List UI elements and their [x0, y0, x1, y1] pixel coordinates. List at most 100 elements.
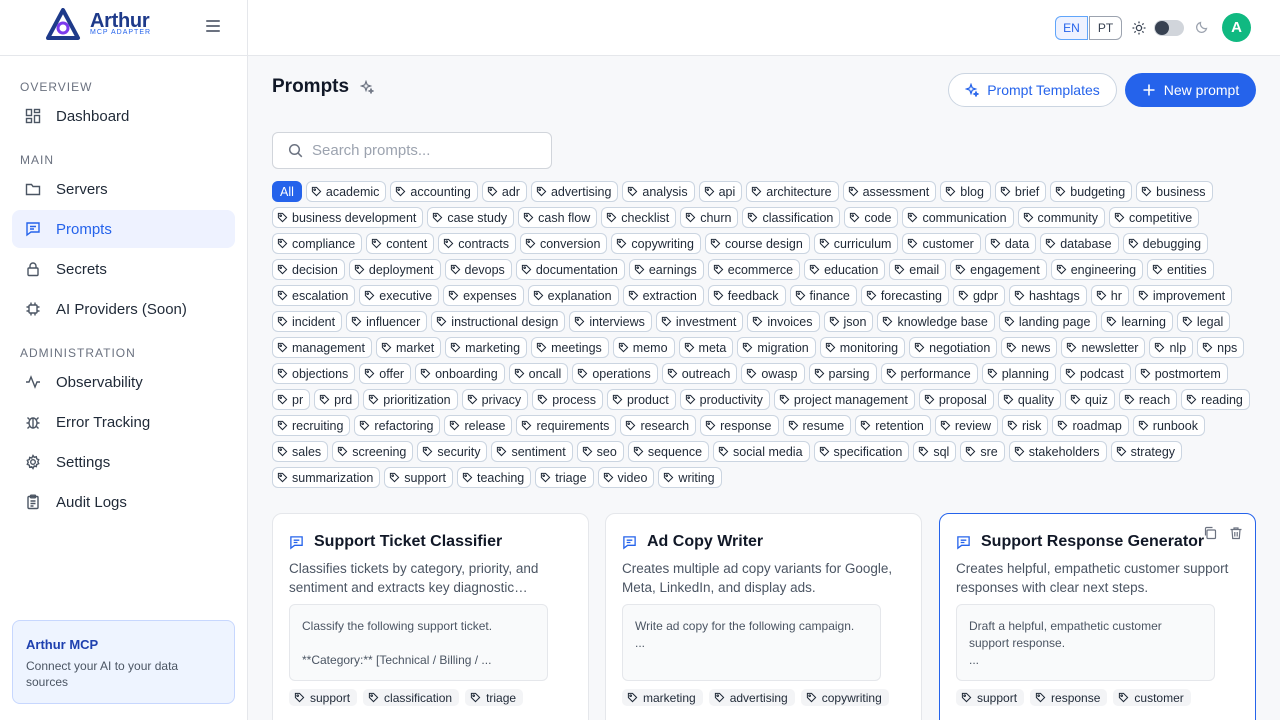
tag-filter-chip[interactable]: investment: [655, 311, 744, 332]
tag-filter-chip[interactable]: checklist: [601, 207, 677, 228]
tag-filter-chip[interactable]: customer: [902, 233, 981, 254]
tag-filter-chip[interactable]: business development: [272, 207, 424, 228]
menu-toggle-icon[interactable]: [206, 20, 220, 34]
tag-filter-chip[interactable]: teaching: [456, 467, 532, 488]
tag-filter-chip[interactable]: risk: [1001, 415, 1049, 436]
tag-filter-chip[interactable]: retention: [855, 415, 931, 436]
tag-filter-chip[interactable]: curriculum: [813, 233, 899, 254]
tag-filter-chip[interactable]: reading: [1181, 389, 1250, 410]
tag-filter-chip[interactable]: pr: [272, 389, 311, 410]
tag-filter-chip[interactable]: ecommerce: [707, 259, 801, 280]
tag-filter-chip[interactable]: runbook: [1132, 415, 1205, 436]
copy-icon[interactable]: [1203, 526, 1217, 540]
search-input[interactable]: [312, 142, 532, 159]
tag-filter-chip[interactable]: sentiment: [491, 441, 573, 462]
tag-filter-chip[interactable]: blog: [940, 181, 991, 202]
tag-filter-chip[interactable]: triage: [535, 467, 594, 488]
tag-filter-chip[interactable]: api: [698, 181, 743, 202]
tag-filter-chip[interactable]: product: [606, 389, 676, 410]
tag-filter-chip[interactable]: stakeholders: [1008, 441, 1107, 462]
tag-filter-chip[interactable]: refactoring: [354, 415, 441, 436]
tag-filter-chip[interactable]: prioritization: [363, 389, 458, 410]
tag-filter-chip[interactable]: deployment: [348, 259, 441, 280]
tag-filter-chip[interactable]: management: [272, 337, 372, 358]
tag-filter-chip[interactable]: resume: [782, 415, 852, 436]
tag-filter-chip[interactable]: academic: [305, 181, 387, 202]
tag-filter-chip[interactable]: cash flow: [518, 207, 598, 228]
theme-toggle[interactable]: [1154, 20, 1184, 36]
tag-filter-chip[interactable]: prd: [314, 389, 360, 410]
tag-filter-chip[interactable]: response: [700, 415, 779, 436]
tag-filter-chip[interactable]: compliance: [272, 233, 363, 254]
tag-filter-chip[interactable]: research: [620, 415, 697, 436]
tag-filter-chip[interactable]: engineering: [1050, 259, 1144, 280]
tag-filter-chip[interactable]: business: [1136, 181, 1213, 202]
tag-filter-chip[interactable]: database: [1040, 233, 1119, 254]
tag-filter-chip[interactable]: specification: [813, 441, 910, 462]
tag-filter-chip[interactable]: strategy: [1110, 441, 1183, 462]
tag-filter-chip[interactable]: data: [984, 233, 1037, 254]
tag-filter-chip[interactable]: adr: [481, 181, 527, 202]
tag-filter-chip[interactable]: sales: [272, 441, 329, 462]
tag-filter-chip[interactable]: operations: [572, 363, 658, 384]
tag-filter-chip[interactable]: marketing: [445, 337, 528, 358]
tag-filter-chip[interactable]: memo: [612, 337, 675, 358]
tag-filter-chip[interactable]: sre: [960, 441, 1005, 462]
tag-filter-chip[interactable]: executive: [359, 285, 440, 306]
arthur-logo-icon[interactable]: [44, 8, 82, 40]
tag-filter-chip[interactable]: writing: [658, 467, 722, 488]
tag-filter-chip[interactable]: contracts: [438, 233, 516, 254]
tag-filter-chip[interactable]: sequence: [627, 441, 710, 462]
tag-filter-chip[interactable]: oncall: [508, 363, 569, 384]
tag-filter-chip[interactable]: nps: [1197, 337, 1245, 358]
tag-filter-chip[interactable]: negotiation: [909, 337, 998, 358]
prompt-card[interactable]: Support Response Generator Creates helpf…: [939, 513, 1256, 720]
tag-filter-chip[interactable]: social media: [713, 441, 810, 462]
user-avatar[interactable]: A: [1222, 13, 1251, 42]
sidebar-item-prompts[interactable]: Prompts: [12, 210, 235, 248]
tag-filter-chip[interactable]: onboarding: [415, 363, 505, 384]
tag-filter-chip[interactable]: classification: [742, 207, 841, 228]
tag-filter-chip[interactable]: budgeting: [1050, 181, 1133, 202]
tag-filter-chip[interactable]: churn: [680, 207, 739, 228]
tag-filter-chip[interactable]: requirements: [516, 415, 617, 436]
tag-filter-chip[interactable]: extraction: [622, 285, 704, 306]
tag-filter-all[interactable]: All: [272, 181, 302, 202]
tag-filter-chip[interactable]: architecture: [746, 181, 839, 202]
tag-filter-chip[interactable]: interviews: [569, 311, 652, 332]
tag-filter-chip[interactable]: documentation: [515, 259, 625, 280]
tag-filter-chip[interactable]: postmortem: [1134, 363, 1228, 384]
sidebar-item-servers[interactable]: Servers: [12, 170, 235, 208]
tag-filter-chip[interactable]: escalation: [272, 285, 356, 306]
tag-filter-chip[interactable]: meta: [678, 337, 734, 358]
tag-filter-chip[interactable]: communication: [902, 207, 1014, 228]
tag-filter-chip[interactable]: parsing: [808, 363, 877, 384]
tag-filter-chip[interactable]: advertising: [530, 181, 619, 202]
tag-filter-chip[interactable]: gdpr: [952, 285, 1006, 306]
tag-filter-chip[interactable]: performance: [880, 363, 978, 384]
tag-filter-chip[interactable]: expenses: [443, 285, 524, 306]
tag-filter-chip[interactable]: influencer: [346, 311, 428, 332]
tag-filter-chip[interactable]: outreach: [661, 363, 738, 384]
tag-filter-chip[interactable]: release: [444, 415, 513, 436]
prompt-card[interactable]: Support Ticket Classifier Classifies tic…: [272, 513, 589, 720]
language-pt-button[interactable]: PT: [1089, 16, 1122, 40]
tag-filter-chip[interactable]: forecasting: [860, 285, 949, 306]
tag-filter-chip[interactable]: email: [889, 259, 947, 280]
tag-filter-chip[interactable]: brief: [994, 181, 1047, 202]
tag-filter-chip[interactable]: incident: [272, 311, 343, 332]
prompt-templates-button[interactable]: Prompt Templates: [948, 73, 1117, 107]
tag-filter-chip[interactable]: planning: [981, 363, 1056, 384]
tag-filter-chip[interactable]: offer: [359, 363, 412, 384]
tag-filter-chip[interactable]: quality: [997, 389, 1061, 410]
tag-filter-chip[interactable]: improvement: [1132, 285, 1233, 306]
tag-filter-chip[interactable]: engagement: [950, 259, 1047, 280]
tag-filter-chip[interactable]: review: [934, 415, 998, 436]
tag-filter-chip[interactable]: json: [823, 311, 874, 332]
tag-filter-chip[interactable]: migration: [737, 337, 816, 358]
language-en-button[interactable]: EN: [1055, 16, 1088, 40]
tag-filter-chip[interactable]: copywriting: [611, 233, 701, 254]
tag-filter-chip[interactable]: hashtags: [1009, 285, 1087, 306]
tag-filter-chip[interactable]: roadmap: [1052, 415, 1129, 436]
tag-filter-chip[interactable]: owasp: [741, 363, 805, 384]
